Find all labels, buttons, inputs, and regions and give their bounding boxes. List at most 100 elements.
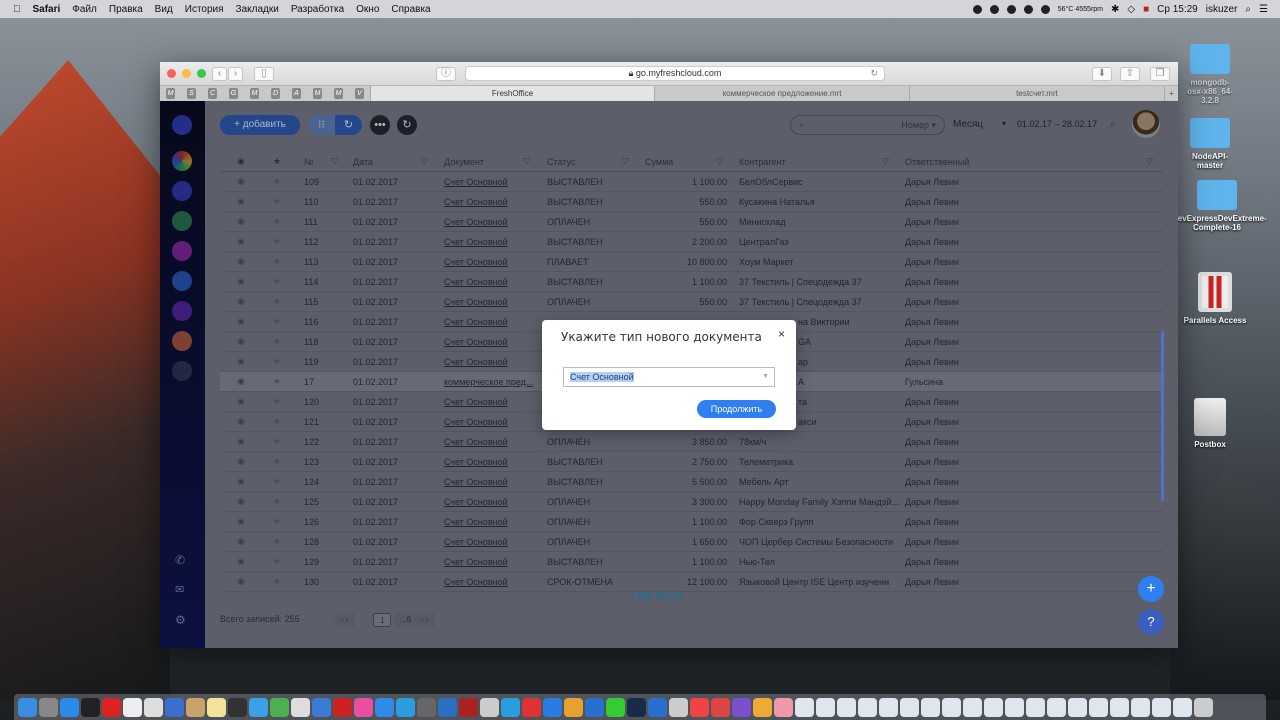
- cell-document[interactable]: Счет Основной: [444, 477, 508, 487]
- tray-icon[interactable]: [989, 4, 999, 14]
- address-bar[interactable]: 🔒︎ go.myfreshcloud.com ↻: [465, 66, 885, 81]
- star-icon[interactable]: ★: [273, 456, 281, 467]
- dock-app-icon[interactable]: [18, 697, 37, 717]
- documents-icon[interactable]: [172, 271, 192, 291]
- cell-document[interactable]: Счет Основной: [444, 497, 508, 507]
- temperature-readout[interactable]: 56°C 4555rpm: [1058, 6, 1103, 13]
- dock-window-thumbnail[interactable]: [1110, 697, 1129, 717]
- tab-testschet[interactable]: testсчет.mrt: [909, 86, 1164, 101]
- cell-document[interactable]: Счет Основной: [444, 277, 508, 287]
- star-icon[interactable]: ★: [273, 576, 281, 587]
- row-checkbox[interactable]: ◉: [237, 176, 245, 187]
- row-checkbox[interactable]: ◉: [237, 276, 245, 287]
- column-header-responsible[interactable]: Ответственный: [905, 157, 969, 167]
- menu-app-name[interactable]: Safari: [33, 4, 61, 15]
- cell-document[interactable]: Счет Основной: [444, 357, 508, 367]
- row-checkbox[interactable]: ◉: [237, 556, 245, 567]
- star-icon[interactable]: ★: [273, 276, 281, 287]
- dock-app-icon[interactable]: [396, 697, 415, 717]
- reload-icon[interactable]: ↻: [870, 67, 878, 80]
- favorite-link[interactable]: G: [229, 88, 238, 99]
- dock-app-icon[interactable]: [480, 697, 499, 717]
- more-icon[interactable]: [172, 361, 192, 381]
- dock-app-icon[interactable]: [207, 697, 226, 717]
- star-icon[interactable]: ★: [273, 176, 281, 187]
- dock-window-thumbnail[interactable]: [900, 697, 919, 717]
- table-row[interactable]: ◉ ★ 130 01.02.2017 Счет Основной СРОК-ОТМЕНА 1…: [220, 572, 1163, 592]
- desktop-item[interactable]: mongodb-osx-x86_64-3.2.8: [1185, 44, 1235, 105]
- dock-app-icon[interactable]: [627, 697, 646, 717]
- dock-app-icon[interactable]: [81, 697, 100, 717]
- star-icon[interactable]: ★: [273, 316, 281, 327]
- cell-document[interactable]: Счет Основной: [444, 197, 508, 207]
- dashboard-icon[interactable]: [172, 151, 192, 171]
- dock-app-icon[interactable]: [102, 697, 121, 717]
- filter-icon[interactable]: ▽: [523, 156, 530, 167]
- more-options-button[interactable]: •••: [370, 115, 390, 135]
- cell-document[interactable]: Счет Основной: [444, 217, 508, 227]
- cell-document[interactable]: Счет Основной: [444, 257, 508, 267]
- phone-icon[interactable]: ✆: [175, 553, 185, 567]
- star-icon[interactable]: ★: [273, 256, 281, 267]
- dock-app-icon[interactable]: [312, 697, 331, 717]
- date-search-icon[interactable]: ⌕: [1110, 119, 1116, 130]
- favorite-link[interactable]: D: [271, 88, 280, 99]
- menu-history[interactable]: История: [185, 4, 224, 15]
- pagination-page-last[interactable]: ...6: [394, 613, 418, 627]
- back-button[interactable]: ‹: [212, 67, 227, 81]
- dock-window-thumbnail[interactable]: [984, 697, 1003, 717]
- tray-icon[interactable]: [1040, 4, 1050, 14]
- row-checkbox[interactable]: ◉: [237, 196, 245, 207]
- favorite-link[interactable]: M: [166, 88, 175, 99]
- grid-view-button[interactable]: ⁝⁝: [308, 115, 335, 135]
- sidebar-toggle-icon[interactable]: ▯: [254, 67, 274, 81]
- cell-document[interactable]: Счет Основной: [444, 177, 508, 187]
- column-header-number[interactable]: №: [304, 157, 314, 167]
- star-icon[interactable]: ★: [273, 496, 281, 507]
- fab-add-button[interactable]: +: [1138, 576, 1164, 602]
- menu-window[interactable]: Окно: [356, 4, 379, 15]
- table-row[interactable]: ◉ ★ 123 01.02.2017 Счет Основной ВЫСТАВЛЕН 2 7…: [220, 452, 1163, 472]
- star-icon[interactable]: ★: [273, 196, 281, 207]
- wifi-icon[interactable]: ◇: [1127, 4, 1135, 15]
- dock-app-icon[interactable]: [585, 697, 604, 717]
- dock-window-thumbnail[interactable]: [1131, 697, 1150, 717]
- tasks-icon[interactable]: [172, 211, 192, 231]
- column-header-contractor[interactable]: Контрагент: [739, 157, 786, 167]
- notification-center-icon[interactable]: ☰: [1259, 4, 1268, 15]
- pagination-prev[interactable]: ‹ ‹: [335, 613, 355, 627]
- row-checkbox[interactable]: ◉: [237, 456, 245, 467]
- dock-window-thumbnail[interactable]: [858, 697, 877, 717]
- dock-app-icon[interactable]: [333, 697, 352, 717]
- share-icon[interactable]: ⇧: [1120, 67, 1140, 81]
- table-row[interactable]: ◉ ★ 111 01.02.2017 Счет Основной ОПЛАЧЕН 550.0…: [220, 212, 1163, 232]
- user-name[interactable]: iskuzer: [1206, 4, 1238, 15]
- clock[interactable]: Ср 15:29: [1157, 4, 1198, 15]
- row-checkbox[interactable]: ◉: [237, 536, 245, 547]
- menu-edit[interactable]: Правка: [109, 4, 143, 15]
- reader-info-icon[interactable]: ⓘ: [436, 67, 456, 81]
- row-checkbox[interactable]: ◉: [237, 576, 245, 587]
- row-checkbox[interactable]: ◉: [237, 316, 245, 327]
- dock-app-icon[interactable]: [375, 697, 394, 717]
- star-icon[interactable]: ★: [273, 356, 281, 367]
- dock-app-icon[interactable]: [123, 697, 142, 717]
- spotlight-icon[interactable]: ⌕: [1245, 4, 1251, 15]
- star-icon[interactable]: ★: [273, 236, 281, 247]
- filter-icon[interactable]: ▽: [331, 156, 338, 167]
- favorite-link[interactable]: M: [250, 88, 259, 99]
- dock-window-thumbnail[interactable]: [795, 697, 814, 717]
- favorite-link[interactable]: M: [313, 88, 322, 99]
- zoom-window-button[interactable]: [197, 69, 206, 78]
- desktop-item[interactable]: Postbox: [1185, 398, 1235, 449]
- cell-document[interactable]: Счет Основной: [444, 577, 508, 587]
- table-scrollbar[interactable]: [1161, 331, 1164, 501]
- star-icon[interactable]: ★: [273, 536, 281, 547]
- filter-icon[interactable]: ▽: [882, 156, 889, 167]
- row-checkbox[interactable]: ◉: [237, 216, 245, 227]
- table-row[interactable]: ◉ ★ 128 01.02.2017 Счет Основной ОПЛАЧЕН 1 650…: [220, 532, 1163, 552]
- favorite-link[interactable]: M: [334, 88, 343, 99]
- star-icon[interactable]: ★: [273, 436, 281, 447]
- cell-document[interactable]: Счет Основной: [444, 397, 508, 407]
- dock-window-thumbnail[interactable]: [816, 697, 835, 717]
